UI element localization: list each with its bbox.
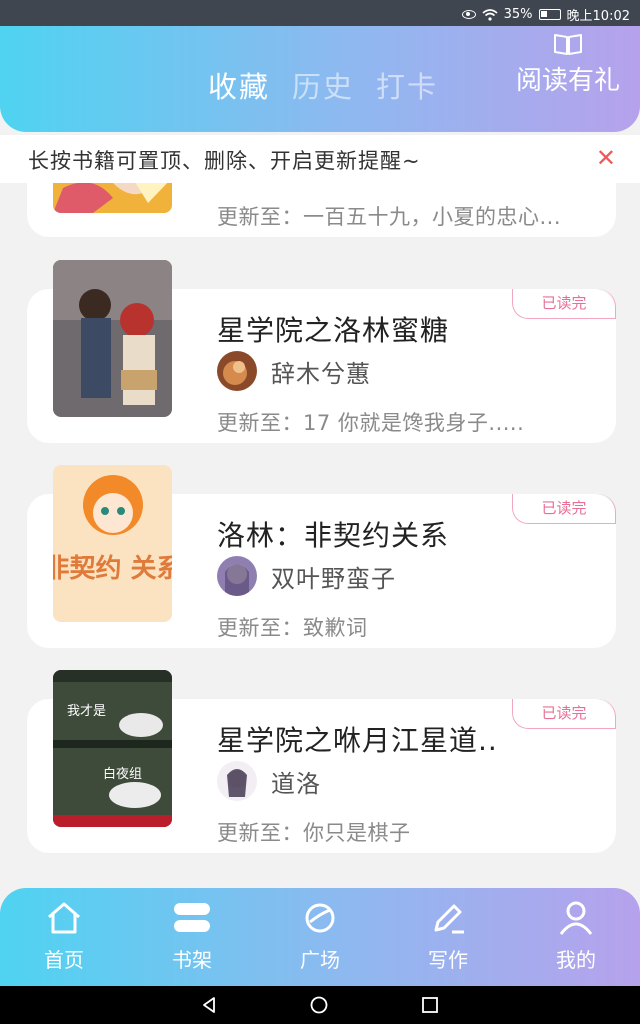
status-time: 晚上10:02 (566, 9, 630, 24)
tab-bar: 收藏 历史 打卡 (208, 64, 438, 106)
user-icon (559, 901, 593, 935)
author-avatar (217, 761, 257, 801)
recent-apps-icon[interactable] (421, 996, 439, 1014)
tip-banner: 长按书籍可置顶、删除、开启更新提醒~ ✕ (0, 135, 640, 183)
cover-art-title: 非契约 关系 (53, 553, 172, 584)
book-title: 星学院之咻月江星道.. (217, 724, 498, 757)
home-icon (48, 902, 80, 934)
bookshelf-icon (174, 903, 210, 932)
nav-home-label: 首页 (44, 948, 84, 972)
close-icon[interactable]: ✕ (596, 144, 616, 172)
book-author: 双叶野蛮子 (271, 564, 396, 593)
book-update: 更新至：致歉词 (217, 616, 368, 640)
wifi-icon (482, 8, 498, 21)
book-author: 辞木兮蕙 (271, 359, 371, 388)
bookshelf-list: 更新至：一百五十九，小夏的忠心... 已读完 星学院之洛林蜜糖 辞木兮蕙 更新至… (0, 183, 640, 888)
back-icon[interactable] (200, 996, 218, 1014)
author-row: 道洛 (217, 761, 321, 801)
battery-icon (538, 9, 561, 20)
system-nav-bar (0, 986, 640, 1024)
cover-caption-1: 我才是 (67, 704, 106, 719)
planet-icon (305, 903, 335, 933)
nav-write-label: 写作 (428, 948, 468, 972)
nav-home[interactable]: 首页 (0, 888, 128, 986)
author-avatar (217, 351, 257, 391)
book-author: 道洛 (271, 769, 321, 798)
tab-checkin[interactable]: 打卡 (376, 64, 438, 106)
header: 收藏 历史 打卡 阅读有礼 (0, 26, 640, 132)
book-update: 更新至：你只是棋子 (217, 821, 411, 845)
battery-percent: 35% (503, 7, 533, 22)
book-cover[interactable] (53, 260, 172, 417)
tip-text: 长按书籍可置顶、删除、开启更新提醒~ (28, 149, 421, 173)
author-row: 双叶野蛮子 (217, 556, 396, 596)
nav-bookshelf-label: 书架 (172, 948, 212, 972)
nav-mine[interactable]: 我的 (512, 888, 640, 986)
author-avatar (217, 556, 257, 596)
bottom-nav: 首页 书架 广场 写作 我的 (0, 888, 640, 986)
reading-gift-button[interactable]: 阅读有礼 (508, 32, 628, 97)
book-cover[interactable]: 我才是 白夜组 (53, 670, 172, 827)
book-cover[interactable] (53, 183, 172, 213)
tab-history[interactable]: 历史 (292, 64, 354, 106)
finished-badge: 已读完 (512, 494, 616, 524)
author-row: 辞木兮蕙 (217, 351, 371, 391)
nav-plaza-label: 广场 (300, 948, 340, 972)
finished-badge: 已读完 (512, 699, 616, 729)
book-open-icon (554, 34, 582, 55)
tab-favorites[interactable]: 收藏 (208, 64, 270, 106)
nav-write[interactable]: 写作 (384, 888, 512, 986)
nav-bookshelf[interactable]: 书架 (128, 888, 256, 986)
nav-plaza[interactable]: 广场 (256, 888, 384, 986)
book-cover[interactable]: 非契约 关系 (53, 465, 172, 622)
pen-icon (434, 904, 464, 934)
book-update: 更新至：一百五十九，小夏的忠心... (217, 205, 562, 229)
eye-comfort-icon (461, 10, 476, 19)
finished-badge: 已读完 (512, 289, 616, 319)
book-title: 洛林：非契约关系 (217, 519, 450, 552)
book-title: 星学院之洛林蜜糖 (217, 314, 450, 347)
reading-gift-label: 阅读有礼 (515, 66, 620, 96)
cover-caption-2: 白夜组 (103, 766, 142, 782)
nav-mine-label: 我的 (556, 948, 596, 972)
book-update: 更新至：17 你就是馋我身子..... (217, 411, 525, 435)
status-bar: 35% 晚上10:02 (0, 0, 640, 26)
home-circle-icon[interactable] (310, 996, 328, 1014)
